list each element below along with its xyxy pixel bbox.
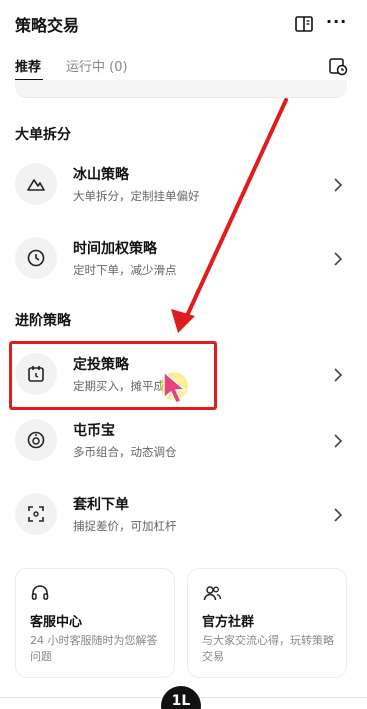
section-title-advanced: 进阶策略 <box>15 313 71 329</box>
strategy-name: 屯币宝 <box>73 423 115 439</box>
more-icon[interactable]: ··· <box>326 12 347 31</box>
strategy-name: 套利下单 <box>73 497 129 513</box>
book-icon[interactable] <box>294 14 314 34</box>
community-icon <box>203 586 222 601</box>
chevron-right-icon <box>334 178 343 192</box>
strategy-desc: 定时下单，减少滑点 <box>73 263 177 277</box>
scan-icon <box>15 493 57 535</box>
history-icon[interactable] <box>328 56 348 76</box>
banner-card-edge <box>15 80 347 98</box>
clock-icon <box>15 237 57 279</box>
chevron-right-icon <box>334 252 343 266</box>
headset-icon <box>31 585 49 600</box>
card-desc: 24 小时客服随时为您解答问题 <box>30 634 158 663</box>
header: 策略交易 ··· <box>0 0 367 48</box>
card-title: 客服中心 <box>30 615 83 630</box>
support-center-card[interactable]: 客服中心 24 小时客服随时为您解答问题 <box>15 568 175 678</box>
strategy-row-iceberg[interactable]: 冰山策略 大单拆分，定制挂单偏好 <box>0 150 367 220</box>
strategy-desc: 捕捉差价，可加杠杆 <box>73 519 177 533</box>
chevron-right-icon <box>334 368 343 382</box>
coin-icon <box>15 419 57 461</box>
cursor-icon <box>160 371 188 404</box>
card-desc: 与大家交流心得，玩转策略交易 <box>202 634 334 663</box>
tab-bar: 推荐 运行中 (0) <box>0 48 367 84</box>
tab-recommended[interactable]: 推荐 <box>15 56 41 75</box>
tab-running[interactable]: 运行中 (0) <box>66 56 128 75</box>
chevron-right-icon <box>334 434 343 448</box>
strategy-row-twap[interactable]: 时间加权策略 定时下单，减少滑点 <box>0 224 367 294</box>
chevron-right-icon <box>334 508 343 522</box>
strategy-name: 冰山策略 <box>73 167 129 183</box>
official-community-card[interactable]: 官方社群 与大家交流心得，玩转策略交易 <box>187 568 347 678</box>
page-title: 策略交易 <box>15 16 80 35</box>
strategy-row-arbitrage[interactable]: 套利下单 捕捉差价，可加杠杆 <box>0 480 367 550</box>
mountain-icon <box>15 163 57 205</box>
section-title-large-order: 大单拆分 <box>15 127 71 143</box>
strategy-desc: 大单拆分，定制挂单偏好 <box>73 189 200 203</box>
floating-badge[interactable]: 1L <box>161 686 201 709</box>
strategy-desc: 多币组合，动态调仓 <box>73 445 177 459</box>
strategy-name: 时间加权策略 <box>73 241 157 257</box>
card-title: 官方社群 <box>202 615 255 630</box>
strategy-row-coin-vault[interactable]: 屯币宝 多币组合，动态调仓 <box>0 406 367 476</box>
